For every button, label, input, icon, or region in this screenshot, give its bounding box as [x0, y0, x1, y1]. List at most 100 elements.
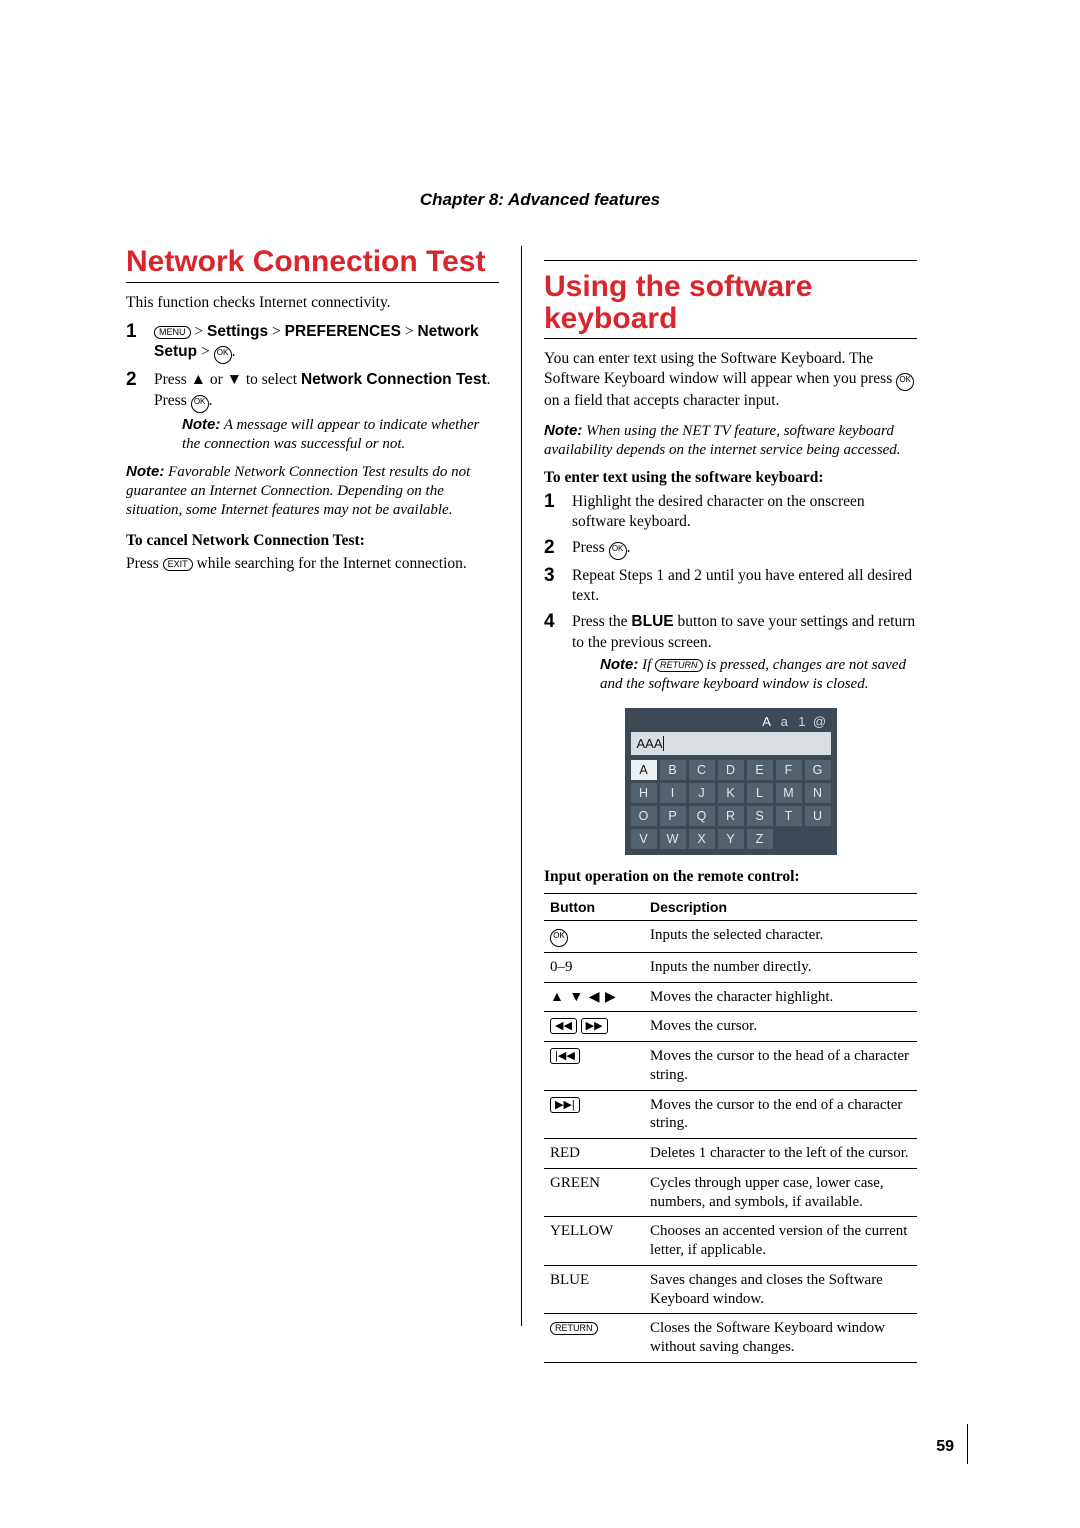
fast-forward-button-icon: ▶▶: [581, 1018, 608, 1034]
note-text: A message will appear to indicate whethe…: [182, 417, 479, 452]
kbd-key: G: [805, 760, 831, 780]
right-column: Using the software keyboard You can ente…: [522, 246, 917, 1363]
path-preferences: PREFERENCES: [285, 323, 401, 340]
step4-note: Note: If RETURN is pressed, changes are …: [600, 655, 917, 694]
net-tv-note: Note: When using the NET TV feature, sof…: [544, 421, 917, 460]
steps-list: 1 Highlight the desired character on the…: [544, 492, 917, 694]
step-3: 3 Repeat Steps 1 and 2 until you have en…: [544, 566, 917, 606]
kbd-key: H: [631, 783, 657, 803]
mode-lower: a: [777, 714, 791, 729]
mode-upper: A: [760, 714, 774, 729]
kbd-key: W: [660, 829, 686, 849]
ok-button-icon: OK: [609, 542, 627, 560]
two-column-layout: Network Connection Test This function ch…: [126, 246, 954, 1363]
note-text: Favorable Network Connection Test result…: [126, 464, 470, 518]
step2-target: Network Connection Test: [301, 371, 487, 388]
step2-text-a: Press: [154, 371, 191, 388]
heading-rule: [126, 282, 499, 283]
step2-text-b: or: [206, 371, 227, 388]
step-1: 1 MENU > Settings > PREFERENCES > Networ…: [126, 322, 499, 364]
cell-button: GREEN: [544, 1168, 644, 1217]
kbd-key: B: [660, 760, 686, 780]
table-row: OKInputs the selected character.: [544, 920, 917, 952]
kbd-key: V: [631, 829, 657, 849]
note-text: When using the NET TV feature, software …: [544, 423, 901, 458]
kbd-input-field: AAA: [631, 732, 831, 755]
kbd-key: M: [776, 783, 802, 803]
exit-button-icon: EXIT: [163, 558, 193, 571]
remote-ops-heading: Input operation on the remote control:: [544, 867, 917, 887]
step-number: 2: [126, 368, 137, 393]
heading-rule: [544, 338, 917, 339]
step-number: 4: [544, 610, 555, 635]
section-heading-software-keyboard: Using the software keyboard: [544, 271, 917, 334]
step3-text: Repeat Steps 1 and 2 until you have ente…: [572, 567, 912, 604]
table-row: 0–9Inputs the number directly.: [544, 952, 917, 982]
kbd-key: Y: [718, 829, 744, 849]
cell-description: Moves the character highlight.: [644, 982, 917, 1012]
step2-text-c: to select: [242, 371, 301, 388]
table-row: YELLOWChooses an accented version of the…: [544, 1217, 917, 1266]
th-description: Description: [644, 893, 917, 920]
cell-button: YELLOW: [544, 1217, 644, 1266]
page: Chapter 8: Advanced features Network Con…: [0, 0, 1080, 1528]
intro-text: You can enter text using the Software Ke…: [544, 349, 917, 411]
kbd-key: A: [631, 760, 657, 780]
cell-description: Cycles through upper case, lower case, n…: [644, 1168, 917, 1217]
step-2: 2 Press OK.: [544, 538, 917, 560]
step-number: 3: [544, 564, 555, 589]
kbd-key: Z: [747, 829, 773, 849]
kbd-key: R: [718, 806, 744, 826]
note-a: If: [642, 657, 655, 673]
kbd-key: T: [776, 806, 802, 826]
dpad-arrows-icon: ▲ ▼ ◀ ▶: [550, 990, 617, 1005]
step2-b: .: [627, 539, 631, 556]
ok-button-icon: OK: [550, 929, 568, 947]
path-settings: Settings: [207, 323, 268, 340]
rewind-button-icon: ◀◀: [550, 1018, 577, 1034]
ok-button-icon: OK: [214, 346, 232, 364]
step-4: 4 Press the BLUE button to save your set…: [544, 612, 917, 694]
heading-rule-top: [544, 260, 917, 261]
mode-num: 1: [795, 714, 809, 729]
table-row: ▲ ▼ ◀ ▶ Moves the character highlight.: [544, 982, 917, 1012]
kbd-key: U: [805, 806, 831, 826]
cell-description: Inputs the number directly.: [644, 952, 917, 982]
cell-description: Deletes 1 character to the left of the c…: [644, 1139, 917, 1169]
cell-description: Moves the cursor to the end of a charact…: [644, 1090, 917, 1139]
menu-button-icon: MENU: [154, 326, 191, 339]
note-label: Note:: [600, 656, 638, 673]
cancel-heading: To cancel Network Connection Test:: [126, 531, 499, 551]
steps-list: 1 MENU > Settings > PREFERENCES > Networ…: [126, 322, 499, 454]
skip-next-button-icon: ▶▶|: [550, 1097, 580, 1113]
ok-button-icon: OK: [896, 373, 914, 391]
kbd-key: L: [747, 783, 773, 803]
step-2: 2 Press or to select Network Connection …: [126, 370, 499, 454]
intro-b: on a field that accepts character input.: [544, 392, 779, 409]
kbd-key: X: [689, 829, 715, 849]
cell-description: Saves changes and closes the Software Ke…: [644, 1265, 917, 1314]
return-button-icon: RETURN: [550, 1322, 598, 1335]
kbd-key: F: [776, 760, 802, 780]
kbd-key-grid: ABCDEFGHIJKLMNOPQRSTUVWXYZ: [631, 760, 831, 849]
cell-button: RED: [544, 1139, 644, 1169]
kbd-key: E: [747, 760, 773, 780]
kbd-key: J: [689, 783, 715, 803]
cell-description: Closes the Software Keyboard window with…: [644, 1314, 917, 1363]
step1-text: Highlight the desired character on the o…: [572, 493, 865, 530]
note-label: Note:: [182, 416, 220, 433]
cell-description: Moves the cursor.: [644, 1012, 917, 1042]
section-heading-network-test: Network Connection Test: [126, 246, 499, 278]
table-row: GREENCycles through upper case, lower ca…: [544, 1168, 917, 1217]
kbd-key: P: [660, 806, 686, 826]
step1-end: .: [232, 343, 236, 360]
kbd-key: K: [718, 783, 744, 803]
cell-button: ◀◀ ▶▶: [544, 1012, 644, 1042]
step-number: 2: [544, 536, 555, 561]
cell-button: ▶▶|: [544, 1090, 644, 1139]
page-number: 59: [936, 1438, 954, 1456]
table-row: ◀◀ ▶▶Moves the cursor.: [544, 1012, 917, 1042]
cell-button: |◀◀: [544, 1042, 644, 1091]
kbd-key: S: [747, 806, 773, 826]
blue-label: BLUE: [631, 613, 673, 630]
